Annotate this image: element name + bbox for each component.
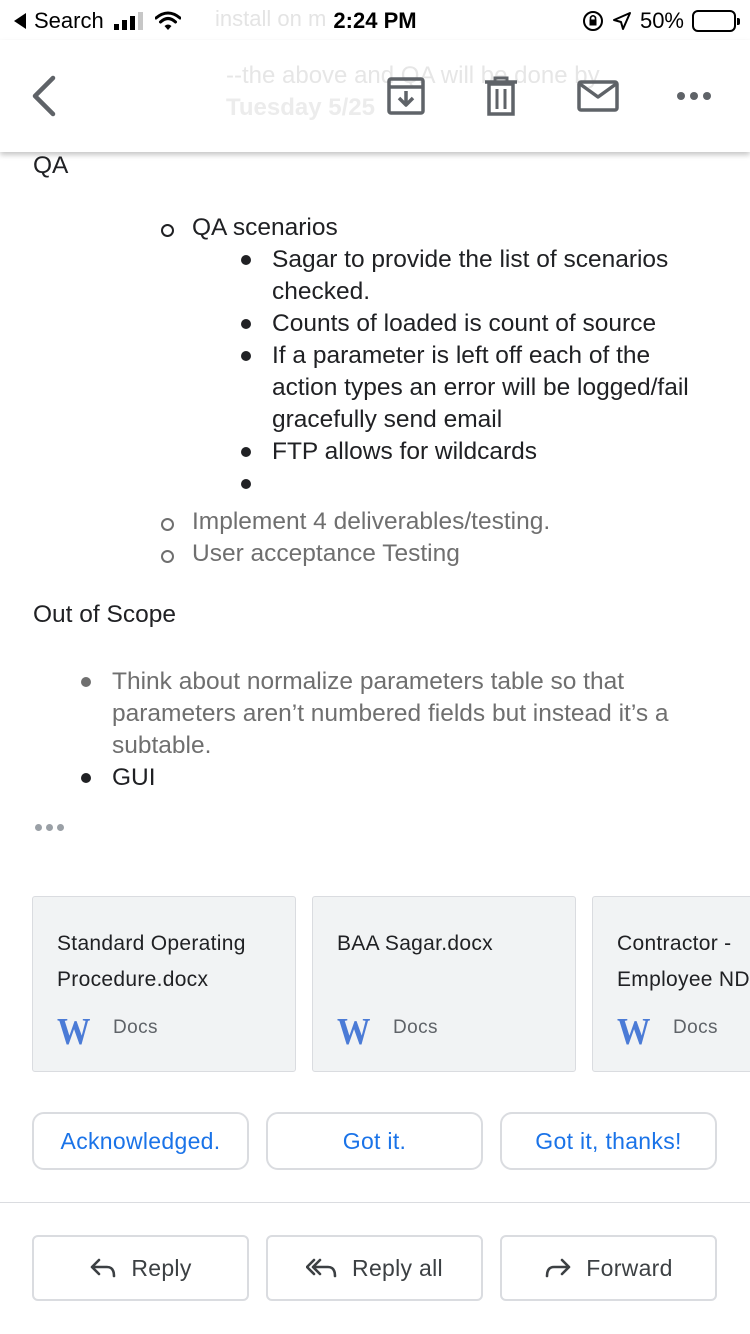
smart-reply-acknowledged[interactable]: Acknowledged.: [32, 1112, 249, 1170]
list-item: Implement 4 deliverables/testing.: [160, 506, 550, 538]
attachment-name: Standard Operating Procedure.docx: [57, 932, 246, 991]
show-trimmed-content-button[interactable]: [35, 824, 64, 831]
attachment-name: BAA Sagar.docx: [337, 932, 493, 955]
list-item: FTP allows for wildcards: [241, 436, 722, 468]
qa-heading: QA: [33, 152, 69, 179]
reply-all-button[interactable]: Reply all: [266, 1235, 483, 1301]
word-doc-icon: W: [337, 1011, 371, 1053]
qa-list: QA scenarios: [161, 212, 338, 244]
list-item: If a parameter is left off each of the a…: [241, 340, 722, 436]
trash-icon: [485, 76, 517, 116]
more-options-icon: [677, 92, 711, 100]
reply-button[interactable]: Reply: [32, 1235, 249, 1301]
attachment-kind: Docs: [393, 1017, 438, 1038]
battery-icon: [692, 10, 740, 32]
archive-icon: [387, 77, 425, 115]
smart-reply-got-it[interactable]: Got it.: [266, 1112, 483, 1170]
forward-icon: [545, 1258, 571, 1278]
attachment-card[interactable]: Contractor - Employee NDA.docx W Docs: [592, 896, 750, 1072]
list-item: Sagar to provide the list of scenarios c…: [241, 244, 722, 308]
list-item: QA scenarios: [161, 212, 338, 244]
more-options-button[interactable]: [664, 68, 724, 124]
location-arrow-icon: [612, 12, 631, 30]
battery-percent: 50%: [639, 8, 684, 33]
forward-label: Forward: [586, 1254, 673, 1281]
attachment-kind: Docs: [673, 1017, 718, 1038]
delete-button[interactable]: [471, 68, 531, 124]
smart-reply-got-it-thanks[interactable]: Got it, thanks!: [500, 1112, 717, 1170]
list-item: GUI: [81, 762, 732, 794]
mail-icon: [577, 80, 619, 112]
mark-unread-button[interactable]: [568, 68, 628, 124]
reply-label: Reply: [131, 1254, 192, 1281]
reply-all-label: Reply all: [352, 1254, 443, 1281]
attachments-row: Standard Operating Procedure.docx W Docs…: [32, 896, 750, 1072]
word-doc-icon: W: [57, 1011, 91, 1053]
attachment-name: Contractor - Employee NDA.docx: [617, 932, 750, 991]
rotation-lock-icon: [582, 11, 603, 31]
ghost-line-2: Tuesday 5/25: [226, 94, 375, 121]
status-right: 50%: [582, 8, 740, 34]
divider: [0, 1202, 750, 1203]
list-item: Think about normalize parameters table s…: [81, 666, 732, 762]
back-arrow-icon: [32, 75, 56, 117]
attachment-kind: Docs: [113, 1017, 158, 1038]
qa-list-continued: Implement 4 deliverables/testing. User a…: [160, 506, 550, 570]
list-item: [241, 468, 722, 500]
reply-all-icon: [306, 1258, 337, 1278]
list-item: Counts of loaded is count of source: [241, 308, 722, 340]
attachment-card[interactable]: Standard Operating Procedure.docx W Docs: [32, 896, 296, 1072]
archive-button[interactable]: [376, 68, 436, 124]
forward-button[interactable]: Forward: [500, 1235, 717, 1301]
qa-scenarios-list: Sagar to provide the list of scenarios c…: [241, 244, 722, 500]
back-button[interactable]: [14, 68, 74, 124]
attachment-card[interactable]: BAA Sagar.docx W Docs: [312, 896, 576, 1072]
message-toolbar: --the above and QA will be done by Tuesd…: [0, 40, 750, 152]
out-of-scope-heading: Out of Scope: [33, 601, 177, 628]
word-doc-icon: W: [617, 1011, 651, 1053]
reply-icon: [91, 1258, 116, 1278]
status-bar: install on m Search 2:24 PM 50%: [0, 0, 750, 40]
out-of-scope-list: Think about normalize parameters table s…: [81, 666, 732, 794]
list-item: User acceptance Testing: [160, 538, 550, 570]
